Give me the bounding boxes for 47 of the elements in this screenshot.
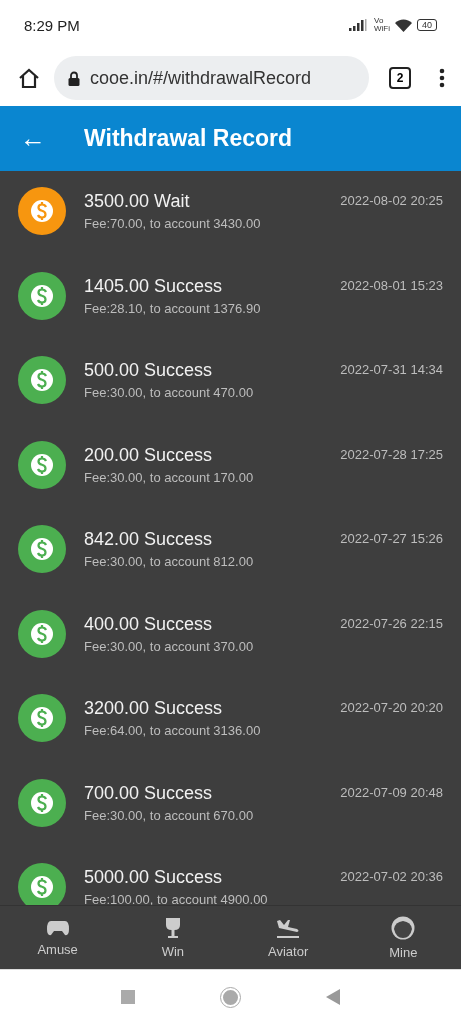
amount-status: 500.00 Success bbox=[84, 360, 214, 381]
nav-label[interactable]: Mine bbox=[389, 944, 418, 960]
amount-status: 5000.00 Success bbox=[84, 867, 224, 888]
fee-detail: Fee:30.00, to account 470.00 bbox=[84, 385, 255, 400]
nav-label[interactable]: Amuse bbox=[37, 941, 78, 957]
fee-detail: Fee:30.00, to account 170.00 bbox=[84, 469, 255, 485]
record-time: 2022-07-20 20:20 bbox=[340, 699, 443, 715]
record-time: 2022-08-01 15:23 bbox=[340, 276, 443, 293]
nav-label[interactable]: Win bbox=[161, 943, 185, 959]
record-time: 2022-07-02 20:36 bbox=[340, 868, 443, 884]
wine-glass-icon[interactable] bbox=[164, 916, 181, 939]
fee-detail: Fee:30.00, to account 670.00 bbox=[84, 807, 255, 823]
fee-detail: Fee:30.00, to account 812.00 bbox=[84, 554, 255, 569]
vowifi-label: Vo WiFi bbox=[374, 17, 390, 33]
amount-status: 1405.00 Success bbox=[84, 275, 224, 297]
amount-status: 3500.00 Wait bbox=[84, 191, 191, 212]
page-title: Withdrawal Record bbox=[84, 125, 293, 152]
amount-status: 3200.00 Success bbox=[84, 698, 224, 719]
home-icon[interactable] bbox=[18, 67, 40, 89]
address-bar[interactable]: cooe.in/#/withdrawalRecord bbox=[54, 56, 369, 100]
url-text: cooe.in/#/withdrawalRecord bbox=[90, 67, 312, 89]
record-time: 2022-08-02 20:25 bbox=[340, 192, 443, 208]
record-time: 2022-07-28 17:25 bbox=[340, 445, 443, 462]
record-time: 2022-07-27 15:26 bbox=[340, 530, 443, 546]
lock-icon bbox=[68, 70, 80, 86]
amount-status: 400.00 Success bbox=[84, 613, 214, 635]
back-triangle-icon[interactable] bbox=[326, 989, 340, 1005]
record-time: 2022-07-09 20:48 bbox=[340, 783, 443, 800]
battery-icon: 40 bbox=[417, 19, 437, 31]
amount-status: 200.00 Success bbox=[84, 444, 214, 466]
fee-detail: Fee:70.00, to account 3430.00 bbox=[84, 216, 262, 231]
fee-detail: Fee:28.10, to account 1376.90 bbox=[84, 300, 262, 316]
record-time: 2022-07-26 22:15 bbox=[340, 614, 443, 631]
amount-status: 842.00 Success bbox=[84, 529, 214, 550]
fee-detail: Fee:30.00, to account 370.00 bbox=[84, 638, 255, 654]
status-time: 8:29 PM bbox=[24, 16, 80, 34]
signal-icon bbox=[349, 19, 369, 31]
wifi-icon bbox=[395, 18, 412, 32]
fee-detail: Fee:64.00, to account 3136.00 bbox=[84, 723, 262, 738]
amount-status: 700.00 Success bbox=[84, 782, 214, 804]
gamepad-icon[interactable] bbox=[45, 918, 70, 937]
back-button[interactable]: ← bbox=[20, 123, 46, 154]
menu-icon[interactable] bbox=[439, 68, 445, 88]
tab-count-button[interactable]: 2 bbox=[389, 67, 411, 89]
nav-label[interactable]: Aviator bbox=[268, 943, 309, 959]
fee-detail: Fee:100.00, to account 4900.00 bbox=[84, 892, 269, 905]
record-time: 2022-07-31 14:34 bbox=[340, 361, 443, 377]
